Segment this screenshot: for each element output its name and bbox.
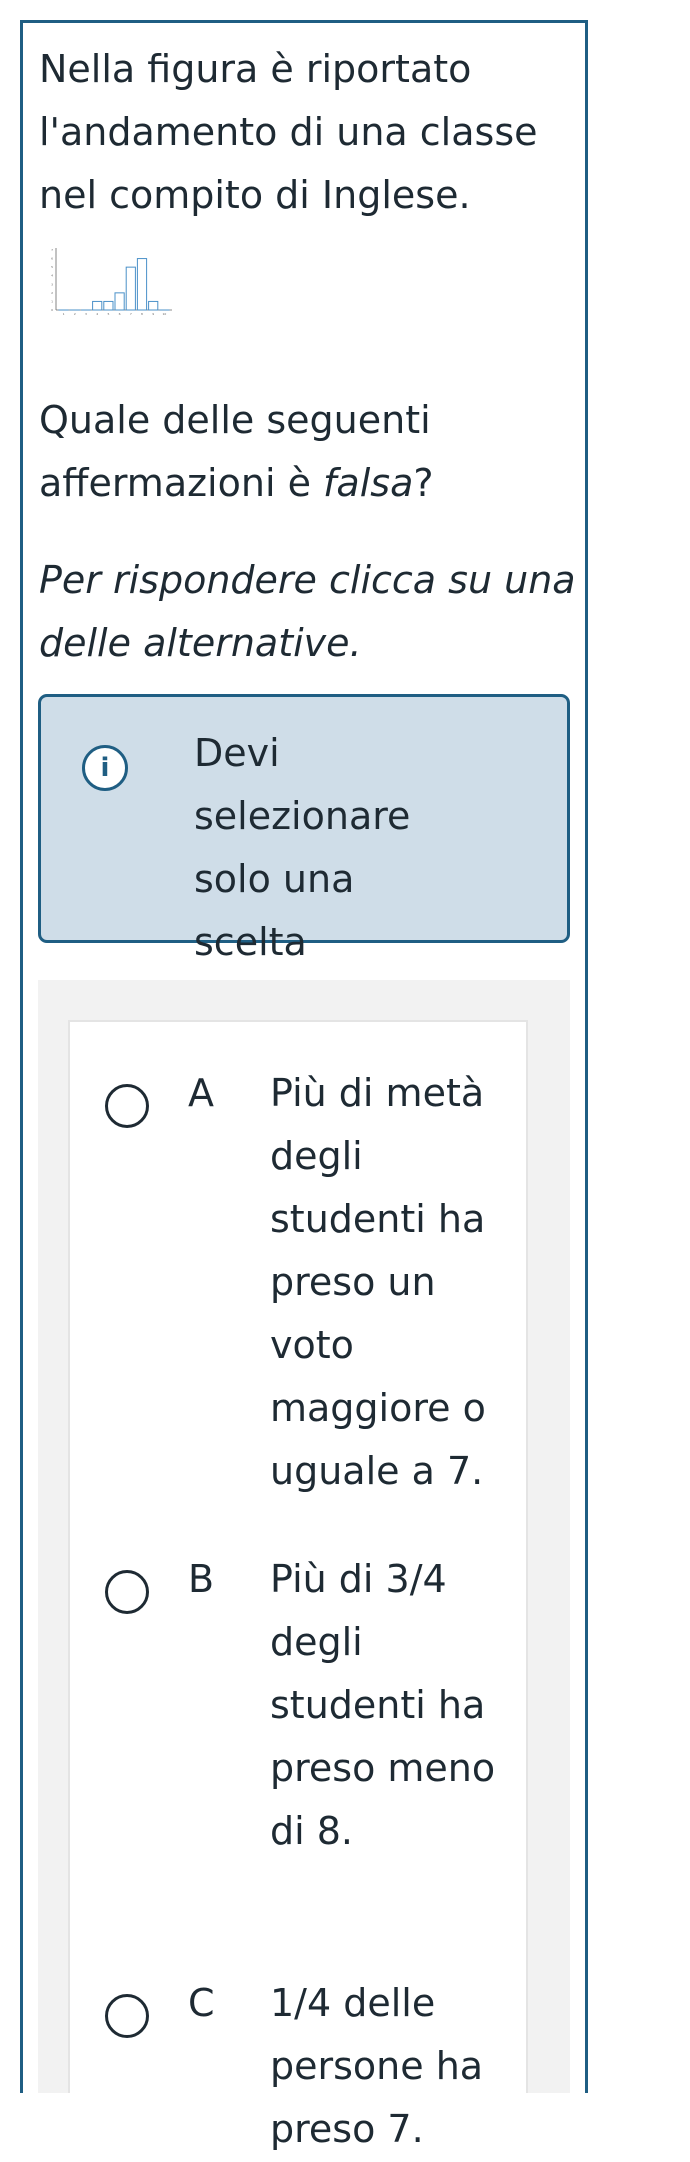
choices-panel: A Più di metà degli studenti ha preso un… bbox=[38, 980, 570, 2093]
choice-c[interactable]: C 1/4 delle persone ha preso 7. bbox=[70, 1962, 526, 2162]
y-tick-label: 6 bbox=[51, 257, 53, 261]
histogram-bar bbox=[126, 267, 135, 310]
x-tick-label: 8 bbox=[141, 312, 143, 316]
histogram-bar bbox=[149, 301, 158, 310]
choices-list: A Più di metà degli studenti ha preso un… bbox=[68, 1020, 528, 2093]
y-tick-label: 1 bbox=[51, 299, 53, 303]
choice-text: Più di 3/4 degli studenti ha preso meno … bbox=[270, 1548, 515, 1863]
notice-text: Devi selezionare solo una scelta bbox=[194, 722, 474, 974]
answer-instruction: Per rispondere clicca su una delle alter… bbox=[39, 549, 579, 675]
x-tick-label: 3 bbox=[85, 312, 87, 316]
y-tick-label: 0 bbox=[51, 308, 53, 312]
choice-text: 1/4 delle persone ha preso 7. bbox=[270, 1972, 515, 2161]
x-tick-label: 4 bbox=[96, 312, 98, 316]
histogram-bar bbox=[104, 301, 113, 310]
x-tick-label: 6 bbox=[119, 312, 121, 316]
choice-letter: B bbox=[188, 1548, 214, 1611]
choice-b[interactable]: B Più di 3/4 degli studenti ha preso men… bbox=[70, 1538, 526, 1828]
x-tick-label: 2 bbox=[74, 312, 76, 316]
y-tick-label: 2 bbox=[51, 291, 53, 295]
histogram-bars bbox=[59, 259, 169, 310]
x-tick-label: 10 bbox=[162, 312, 166, 316]
radio-button[interactable] bbox=[105, 1084, 149, 1128]
histogram-bar bbox=[115, 293, 124, 310]
x-tick-label: 1 bbox=[63, 312, 65, 316]
x-tick-label: 9 bbox=[152, 312, 154, 316]
choice-text: Più di metà degli studenti ha preso un v… bbox=[270, 1062, 515, 1503]
y-tick-label: 7 bbox=[51, 248, 53, 252]
histogram-bar bbox=[137, 259, 146, 310]
prompt-emphasis: falsa bbox=[323, 461, 413, 505]
single-choice-notice: i Devi selezionare solo una scelta bbox=[38, 694, 570, 943]
y-tick-label: 3 bbox=[51, 282, 53, 286]
x-tick-label: 5 bbox=[107, 312, 109, 316]
choice-letter: A bbox=[188, 1062, 214, 1125]
choice-a[interactable]: A Più di metà degli studenti ha preso un… bbox=[70, 1052, 526, 1382]
x-tick-label: 7 bbox=[130, 312, 132, 316]
question-prompt: Quale delle seguenti affermazioni è fals… bbox=[39, 389, 579, 515]
radio-button[interactable] bbox=[105, 1994, 149, 2038]
y-tick-label: 5 bbox=[51, 265, 53, 269]
prompt-question-mark: ? bbox=[413, 461, 433, 505]
radio-button[interactable] bbox=[105, 1570, 149, 1614]
histogram-bar bbox=[93, 301, 102, 310]
question-stem: Nella figura è riportato l'andamento di … bbox=[39, 38, 579, 227]
info-icon: i bbox=[82, 745, 128, 791]
choice-letter: C bbox=[188, 1972, 215, 2035]
y-tick-label: 4 bbox=[51, 274, 53, 278]
grades-histogram: 1 2 3 4 5 6 7 8 9 10 0 1 2 3 4 5 6 7 bbox=[42, 240, 176, 320]
